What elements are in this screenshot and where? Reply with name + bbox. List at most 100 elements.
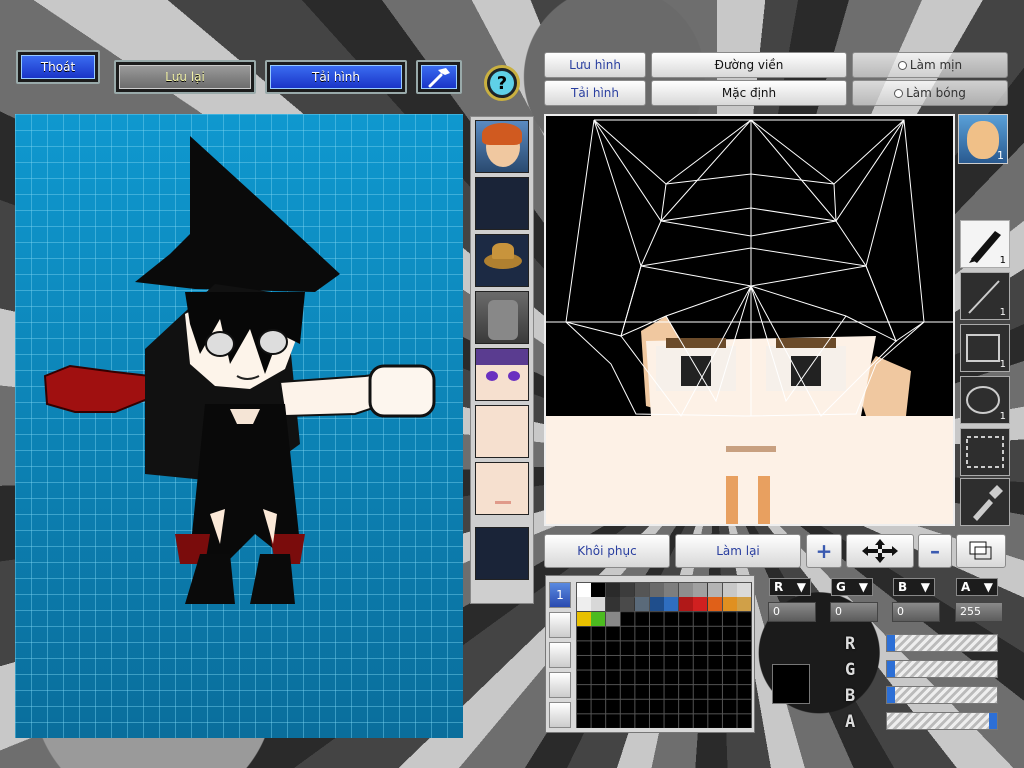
palette-swatch[interactable] — [576, 597, 591, 612]
palette-swatch[interactable] — [576, 582, 591, 597]
palette-swatch[interactable] — [605, 597, 620, 612]
palette-swatch[interactable] — [620, 597, 635, 612]
layer-tab-3[interactable] — [549, 642, 571, 668]
redo-label: Làm lại — [716, 544, 760, 558]
palette-swatch[interactable] — [591, 597, 606, 612]
palette-swatch[interactable] — [707, 597, 722, 612]
palette-grid[interactable] — [576, 582, 752, 728]
palette-swatch[interactable] — [605, 611, 620, 626]
alpha-slider-handle[interactable] — [989, 713, 997, 729]
ellipse-tool[interactable]: 1 — [960, 376, 1010, 424]
restore-button[interactable]: Khôi phục — [544, 534, 670, 568]
layer-tab-1[interactable]: 1 — [549, 582, 571, 608]
character-model — [43, 136, 436, 604]
smooth-option[interactable]: Làm mịn — [852, 52, 1008, 78]
parts-column — [470, 116, 534, 604]
alpha-slider[interactable] — [886, 712, 998, 730]
redo-button[interactable]: Làm lại — [675, 534, 801, 568]
face-icon — [967, 121, 999, 159]
hammer-button[interactable] — [416, 60, 462, 94]
select-icon — [966, 436, 1004, 468]
eyedropper-tool[interactable] — [960, 478, 1010, 526]
blue-slider[interactable] — [886, 686, 998, 704]
palette-swatch[interactable] — [678, 597, 693, 612]
alpha-channel-dropdown[interactable]: A ▼ — [956, 578, 998, 596]
zoom-in-button[interactable]: + — [806, 534, 842, 568]
reload-button-label: Tải hình — [270, 65, 402, 89]
exit-button[interactable]: Thoát — [16, 50, 100, 84]
outline-tab[interactable]: Đường viền — [651, 52, 847, 78]
default-tab[interactable]: Mặc định — [651, 80, 847, 106]
layer-tab-4[interactable] — [549, 672, 571, 698]
palette-swatch[interactable] — [664, 597, 679, 612]
layer-tab-2[interactable] — [549, 612, 571, 638]
blue-channel-label: B — [898, 580, 908, 594]
palette-swatch[interactable] — [722, 597, 737, 612]
part-skin[interactable] — [475, 405, 529, 458]
red-slider[interactable] — [886, 634, 998, 652]
blue-value-field[interactable]: 0 — [892, 602, 940, 622]
palette-swatch[interactable] — [649, 582, 664, 597]
part-mouth[interactable] — [475, 462, 529, 515]
green-slider[interactable] — [886, 660, 998, 678]
pen-tool[interactable]: 1 — [960, 220, 1010, 268]
help-button[interactable]: ? — [484, 65, 520, 101]
exit-button-label: Thoát — [21, 55, 95, 79]
part-empty-slot-bottom[interactable] — [475, 527, 529, 580]
outline-label: Đường viền — [714, 58, 784, 72]
palette-swatch[interactable] — [620, 582, 635, 597]
texture-editor-canvas[interactable] — [544, 114, 955, 526]
part-empty-slot[interactable] — [475, 177, 529, 230]
face-badge-count: 1 — [997, 149, 1004, 162]
rectangle-tool[interactable]: 1 — [960, 324, 1010, 372]
reload-button[interactable]: Tải hình — [265, 60, 407, 94]
ellipse-tool-count: 1 — [999, 411, 1006, 422]
part-eyes[interactable] — [475, 348, 529, 401]
palette-swatch[interactable] — [678, 582, 693, 597]
layer-tab-5[interactable] — [549, 702, 571, 728]
save-button[interactable]: Lưu lại — [114, 60, 256, 94]
palette-swatch[interactable] — [605, 582, 620, 597]
palette-swatch[interactable] — [634, 597, 649, 612]
palette-swatch[interactable] — [591, 582, 606, 597]
palette-swatch[interactable] — [693, 582, 708, 597]
palette-swatch[interactable] — [693, 597, 708, 612]
layer-toggle-button[interactable] — [956, 534, 1006, 568]
red-value-field[interactable]: 0 — [768, 602, 816, 622]
move-button[interactable] — [846, 534, 914, 568]
palette-swatch[interactable] — [634, 582, 649, 597]
chevron-down-icon: ▼ — [858, 580, 868, 594]
red-slider-label: R — [845, 634, 856, 654]
red-slider-handle[interactable] — [887, 635, 895, 651]
palette-swatch[interactable] — [591, 611, 606, 626]
palette-swatch[interactable] — [664, 582, 679, 597]
select-tool[interactable] — [960, 428, 1010, 476]
chevron-down-icon: ▼ — [796, 580, 806, 594]
load-image-tab[interactable]: Tải hình — [544, 80, 646, 106]
face-preview-badge[interactable]: 1 — [958, 114, 1008, 164]
part-hat[interactable] — [475, 234, 529, 287]
current-color-swatch — [772, 664, 810, 704]
palette-swatch[interactable] — [649, 597, 664, 612]
green-slider-handle[interactable] — [887, 661, 895, 677]
palette-swatch[interactable] — [737, 582, 752, 597]
palette-swatch[interactable] — [722, 582, 737, 597]
palette-swatch[interactable] — [737, 597, 752, 612]
part-character-portrait[interactable] — [475, 120, 529, 173]
green-value-field[interactable]: 0 — [830, 602, 878, 622]
line-tool[interactable]: 1 — [960, 272, 1010, 320]
blue-channel-dropdown[interactable]: B ▼ — [893, 578, 935, 596]
blue-slider-handle[interactable] — [887, 687, 895, 703]
save-button-label: Lưu lại — [119, 65, 251, 89]
color-palette-panel: 1 — [545, 575, 755, 733]
shade-option[interactable]: Làm bóng — [852, 80, 1008, 106]
palette-swatch[interactable] — [707, 582, 722, 597]
save-image-tab[interactable]: Lưu hình — [544, 52, 646, 78]
alpha-value-field[interactable]: 255 — [955, 602, 1003, 622]
palette-swatch[interactable] — [576, 611, 591, 626]
zoom-out-button[interactable]: – — [918, 534, 952, 568]
part-body[interactable] — [475, 291, 529, 344]
red-channel-dropdown[interactable]: R ▼ — [769, 578, 811, 596]
character-preview[interactable] — [15, 114, 463, 738]
green-channel-dropdown[interactable]: G ▼ — [831, 578, 873, 596]
